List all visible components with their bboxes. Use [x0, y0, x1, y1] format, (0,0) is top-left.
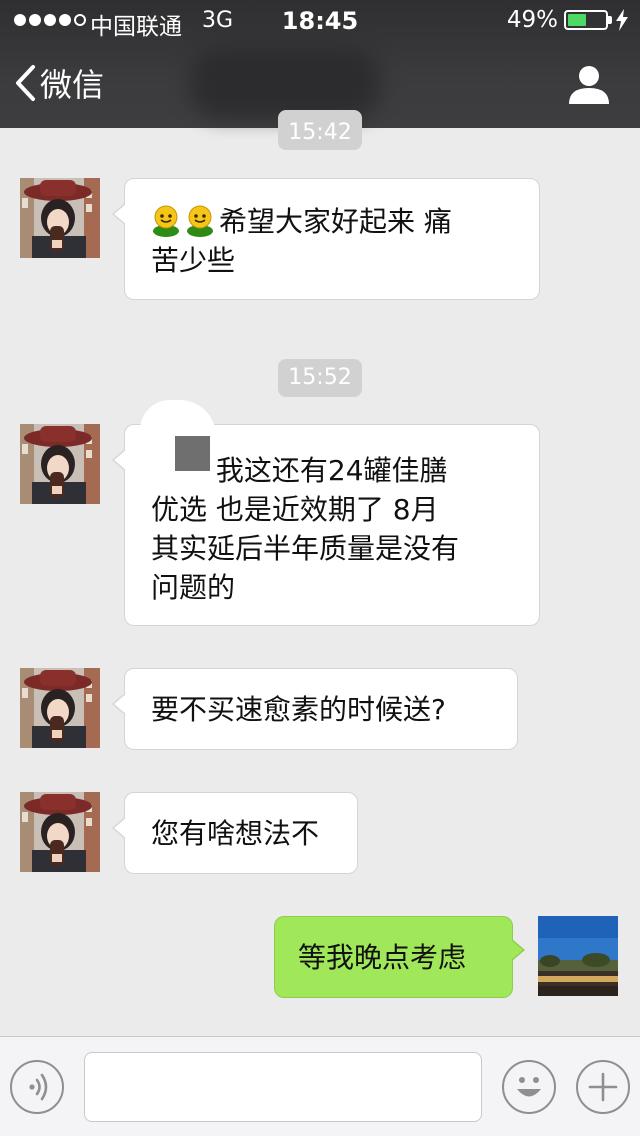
message-line: 苦少些	[151, 244, 236, 277]
timestamp: 15:42	[278, 110, 362, 150]
message-line: 其实延后半年质量是没有	[151, 532, 460, 565]
plus-icon	[588, 1072, 618, 1102]
smiley-emoji-icon	[185, 205, 215, 237]
plus-button[interactable]	[576, 1060, 630, 1114]
battery-nub	[608, 16, 612, 24]
message-line: 希望大家好起来 痛	[219, 205, 452, 238]
charging-bolt-icon	[616, 9, 628, 31]
battery-percent: 49%	[506, 7, 558, 33]
message-line: 等我晚点考虑	[298, 941, 467, 974]
timestamp: 15:52	[278, 359, 362, 397]
avatar[interactable]	[20, 792, 100, 872]
message-line: 您有啥想法不	[151, 817, 320, 850]
profile-button[interactable]	[566, 62, 612, 108]
message-input[interactable]	[84, 1052, 482, 1122]
message-bubble-outgoing[interactable]: 等我晚点考虑	[274, 916, 525, 998]
emoji-icon	[517, 1077, 541, 1097]
avatar[interactable]	[20, 424, 100, 504]
avatar[interactable]	[20, 178, 100, 258]
voice-icon	[29, 1073, 48, 1101]
message-line: 要不买速愈素的时候送?	[151, 693, 446, 726]
person-icon	[569, 66, 609, 104]
input-bar	[0, 1036, 640, 1136]
emoji-button[interactable]	[502, 1060, 556, 1114]
back-label: 微信	[40, 66, 105, 104]
smiley-emoji-icon	[151, 205, 181, 237]
battery-icon	[564, 10, 612, 30]
chevron-left-icon	[16, 65, 35, 101]
message-bubble[interactable]: 要不买速愈素的时候送?	[112, 668, 518, 750]
my-avatar[interactable]	[538, 916, 618, 996]
header: 中国联通 3G 18:45 49% 微信	[0, 0, 640, 128]
message-bubble[interactable]: 希望大家好起来 痛 苦少些	[112, 178, 540, 300]
message-line: 优选 也是近效期了 8月	[151, 493, 439, 526]
status-bar: 中国联通 3G 18:45 49%	[0, 0, 640, 40]
obscured-title	[190, 48, 380, 118]
avatar[interactable]	[20, 668, 100, 748]
back-button[interactable]: 微信	[14, 60, 104, 106]
message-bubble[interactable]: 您有啥想法不	[112, 792, 358, 874]
battery-fill	[568, 14, 586, 26]
voice-button[interactable]	[10, 1060, 64, 1114]
message-line: 问题的	[151, 571, 236, 604]
redaction-overlay	[175, 436, 210, 471]
